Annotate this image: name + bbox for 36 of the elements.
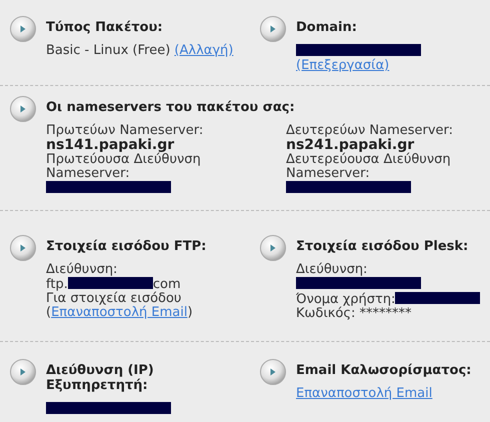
info-text: Nameserver: [46, 166, 130, 181]
info-text: ftp. [46, 277, 68, 292]
section-title: Διεύθυνση (IP) Εξυπηρετητή: [46, 363, 155, 393]
section-title: Domain: [296, 20, 358, 35]
info-text: Διεύθυνση: [296, 262, 368, 277]
section-title: Στοιχεία εισόδου FTP: [46, 239, 208, 254]
link[interactable]: Επαναποστολή Email [51, 305, 188, 320]
link[interactable]: Επαναποστολή Email [296, 386, 432, 401]
info-text: Πρωτεύουσα Διεύθυνση [46, 152, 201, 167]
info-text: Διεύθυνση: [46, 262, 118, 277]
info-text: Δευτερεύων Nameserver: [286, 123, 454, 138]
info-text: Basic - Linux (Free) [46, 43, 170, 58]
info-text: Για στοιχεία εισόδου [46, 291, 182, 306]
info-text: ( [46, 305, 52, 320]
info-text: Πρωτεύων Nameserver: [46, 123, 204, 138]
arrow-bullet-icon [259, 234, 287, 262]
arrow-bullet-icon [9, 234, 37, 262]
section-title: Email Καλωσορίσματος: [296, 363, 472, 378]
arrow-bullet-icon [9, 95, 37, 123]
section-title: Τύπος Πακέτου: [46, 20, 164, 35]
section-title: Οι nameservers του πακέτου σας: [46, 100, 296, 115]
link[interactable]: (Επεξεργασία) [296, 58, 390, 73]
info-text: Nameserver: [286, 166, 370, 181]
arrow-bullet-icon [259, 15, 287, 43]
info-text: com [152, 277, 181, 292]
link[interactable]: (Αλλαγή) [174, 43, 234, 58]
info-text: Δευτερεύουσα Διεύθυνση [286, 152, 451, 167]
section-title: Στοιχεία εισόδου Plesk: [296, 239, 470, 254]
arrow-bullet-icon [9, 358, 37, 386]
info-text: Κωδικός: ******** [296, 306, 412, 321]
arrow-bullet-icon [259, 358, 287, 386]
server-name: ns241.papaki.gr [286, 137, 414, 153]
server-name: ns141.papaki.gr [46, 137, 174, 153]
arrow-bullet-icon [9, 15, 37, 43]
info-text: Όνομα χρήστη: [296, 292, 396, 307]
info-text: ) [187, 305, 193, 320]
